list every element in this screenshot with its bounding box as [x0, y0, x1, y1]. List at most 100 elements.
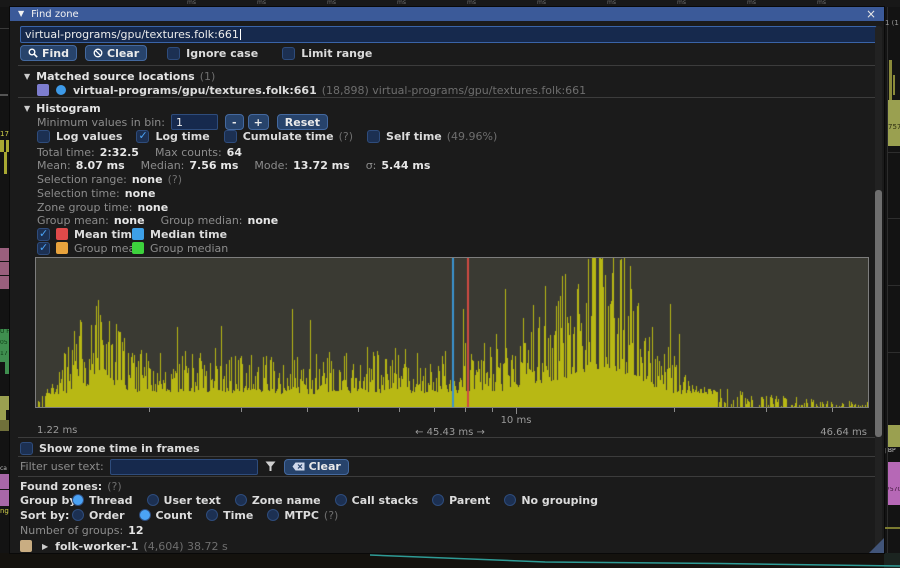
found-zones-title: Found zones:	[20, 480, 102, 493]
find-zone-titlebar[interactable]: ▼ Find zone ×	[10, 7, 884, 21]
show-frames-row: Show zone time in frames	[20, 441, 200, 455]
ignore-case-checkbox[interactable]	[167, 47, 180, 60]
axis-tick	[516, 408, 517, 414]
find-button[interactable]: Find	[20, 45, 77, 61]
bg-zone-text: 757	[888, 124, 900, 134]
bg-zone	[0, 490, 10, 506]
bg-axis-label: ms	[677, 0, 701, 6]
sigma-value: 5.44 ms	[381, 159, 430, 172]
zone-group-time-label: Zone group time:	[37, 201, 133, 214]
bg-zone	[0, 262, 10, 275]
zone-group-time-row: Zone group time: none	[37, 200, 168, 214]
bg-zone	[0, 410, 6, 420]
group-by-no-grouping-label: No grouping	[521, 494, 598, 507]
separator	[18, 437, 876, 438]
group-median-label: Group median:	[161, 214, 243, 227]
clear-button[interactable]: Clear	[85, 45, 147, 61]
group-by-parent-label: Parent	[449, 494, 490, 507]
zone-group-time-value: none	[138, 201, 169, 214]
median-label: Median:	[141, 159, 185, 172]
sigma-label: σ:	[366, 159, 377, 172]
search-input[interactable]: virtual-programs/gpu/textures.folk:661	[20, 26, 877, 43]
zone-color-checkbox[interactable]	[37, 84, 49, 96]
sort-by-count-label: Count	[156, 509, 193, 522]
histogram-canvas[interactable]	[36, 258, 868, 407]
group-by-thread-radio[interactable]	[72, 494, 84, 506]
search-input-value: virtual-programs/gpu/textures.folk:661	[25, 28, 239, 41]
expand-arrow-icon[interactable]: ▶	[42, 542, 48, 551]
matched-locations-header[interactable]: ▼ Matched source locations (1)	[24, 69, 215, 83]
bg-line	[0, 28, 10, 29]
selection-range-value: none	[132, 173, 163, 186]
close-icon[interactable]: ×	[866, 8, 876, 20]
separator	[18, 65, 876, 66]
axis-tick	[399, 408, 400, 412]
mtpc-help: (?)	[324, 509, 338, 522]
sort-by-count-radio[interactable]	[139, 509, 151, 521]
collapse-triangle-icon[interactable]: ▼	[18, 10, 24, 18]
histogram-header[interactable]: ▼ Histogram	[24, 101, 101, 115]
scrollbar[interactable]	[875, 26, 882, 553]
mode-label: Mode:	[254, 159, 288, 172]
log-time-checkbox[interactable]	[136, 130, 149, 143]
log-values-checkbox[interactable]	[37, 130, 50, 143]
group-by-user-text-radio[interactable]	[147, 494, 159, 506]
group-by-call-stacks-radio[interactable]	[335, 494, 347, 506]
min-bin-increment-button[interactable]: +	[248, 114, 269, 130]
marker-lines-checkbox[interactable]	[37, 228, 50, 241]
show-frames-checkbox[interactable]	[20, 442, 33, 455]
bg-line	[888, 218, 900, 219]
axis-tick	[307, 408, 308, 412]
bg-axis-label: ms	[257, 0, 281, 6]
bg-line	[0, 94, 8, 96]
group-by-no-grouping-radio[interactable]	[504, 494, 516, 506]
matched-location-entry[interactable]: virtual-programs/gpu/textures.folk:661 (…	[37, 83, 586, 97]
bg-zone-text: 1 (1	[885, 20, 900, 28]
ban-icon	[93, 48, 103, 58]
sort-by-mtpc-radio[interactable]	[267, 509, 279, 521]
axis-tick	[434, 408, 435, 412]
sort-by-order-radio[interactable]	[72, 509, 84, 521]
min-bin-input[interactable]: 1	[171, 114, 218, 130]
selection-time-value: none	[125, 187, 156, 200]
min-bin-decrement-button[interactable]: -	[225, 114, 244, 130]
filter-clear-button[interactable]: Clear	[284, 459, 349, 475]
teal-curve	[370, 555, 900, 566]
total-time-label: Total time:	[37, 146, 95, 159]
resize-grip[interactable]	[869, 538, 884, 553]
bg-axis-label: ms	[397, 0, 421, 6]
sort-by-order-label: Order	[89, 509, 125, 522]
reset-button[interactable]: Reset	[277, 114, 328, 130]
source-location-name: virtual-programs/gpu/textures.folk:661	[73, 84, 317, 97]
source-location-radio[interactable]	[56, 85, 66, 95]
log-values-label: Log values	[56, 130, 122, 143]
group-by-parent-radio[interactable]	[432, 494, 444, 506]
thread-info: (4,604) 38.72 s	[143, 540, 227, 553]
axis-tick	[492, 408, 493, 412]
mean-value: 8.07 ms	[76, 159, 125, 172]
find-button-label: Find	[42, 47, 69, 60]
scrollbar-thumb[interactable]	[875, 190, 882, 437]
zone-group-row[interactable]: ▶ folk-worker-1 (4,604) 38.72 s	[20, 539, 228, 553]
group-by-zone-name-radio[interactable]	[235, 494, 247, 506]
bg-line	[888, 352, 900, 353]
collapse-triangle-icon[interactable]: ▼	[24, 104, 30, 113]
group-lines-checkbox[interactable]	[37, 242, 50, 255]
limit-range-checkbox[interactable]	[282, 47, 295, 60]
median-time-label: Median time	[150, 228, 227, 241]
selection-range-help: (?)	[168, 173, 182, 186]
bg-line	[888, 152, 900, 153]
show-frames-label: Show zone time in frames	[39, 442, 200, 455]
cumulate-time-checkbox[interactable]	[224, 130, 237, 143]
legend-row-1: Mean time Median time	[37, 227, 227, 241]
self-time-checkbox[interactable]	[367, 130, 380, 143]
histogram-plot[interactable]	[35, 257, 869, 408]
filter-funnel-icon[interactable]	[265, 461, 276, 472]
bg-zone	[888, 425, 900, 447]
sort-by-mtpc-label: MTPC	[284, 509, 319, 522]
bg-zone	[889, 60, 892, 100]
window-title: Find zone	[31, 9, 79, 20]
sort-by-time-radio[interactable]	[206, 509, 218, 521]
collapse-triangle-icon[interactable]: ▼	[24, 72, 30, 81]
filter-input[interactable]	[110, 459, 258, 475]
